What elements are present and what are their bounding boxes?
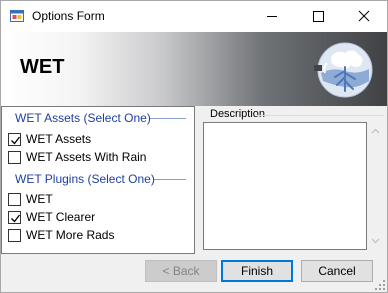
checkbox-label: WET Assets [26,132,92,146]
options-panel: WET Assets (Select One) WET Assets WET A… [1,106,195,254]
window-title: Options Form [32,9,105,23]
title-bar[interactable]: Options Form [1,1,387,32]
description-divider [257,115,384,116]
cancel-button[interactable]: Cancel [301,260,373,282]
close-icon [358,10,370,22]
checkbox[interactable] [8,151,21,164]
checkbox-label: WET Assets With Rain [26,150,147,164]
checkbox[interactable] [8,193,21,206]
maximize-icon [313,11,324,22]
checkbox[interactable] [8,229,21,242]
assets-group-header: WET Assets (Select One) [15,111,151,125]
options-form-window: Options Form WET WET Assets (Select One)… [0,0,388,293]
checkbox[interactable] [8,133,21,146]
description-label: Description [210,108,266,120]
minimize-button[interactable] [249,1,295,32]
checkbox-label: WET More Rads [26,228,115,242]
checkbox-label: WET [26,192,53,206]
checkbox[interactable] [8,211,21,224]
checkmark-icon [11,214,21,223]
maximize-button[interactable] [295,1,341,32]
checkmark-icon [11,136,21,145]
app-icon [10,10,24,22]
header-banner: WET [1,32,387,106]
back-button[interactable]: < Back [145,260,217,282]
banner-title: WET [20,56,65,78]
plugins-group-header: WET Plugins (Select One) [15,172,155,186]
description-textbox[interactable] [203,122,367,250]
scroll-down-icon[interactable] [371,238,380,244]
description-scrollbar[interactable] [367,122,384,250]
minimize-icon [267,16,277,17]
globe-tree-logo-icon [314,42,373,98]
finish-button[interactable]: Finish [221,260,293,282]
checkbox-label: WET Clearer [26,210,96,224]
close-button[interactable] [341,1,387,32]
plugins-group-divider [154,179,186,180]
scroll-up-icon[interactable] [371,128,380,134]
assets-group-divider [150,118,186,119]
resize-grip-icon[interactable] [375,280,385,290]
